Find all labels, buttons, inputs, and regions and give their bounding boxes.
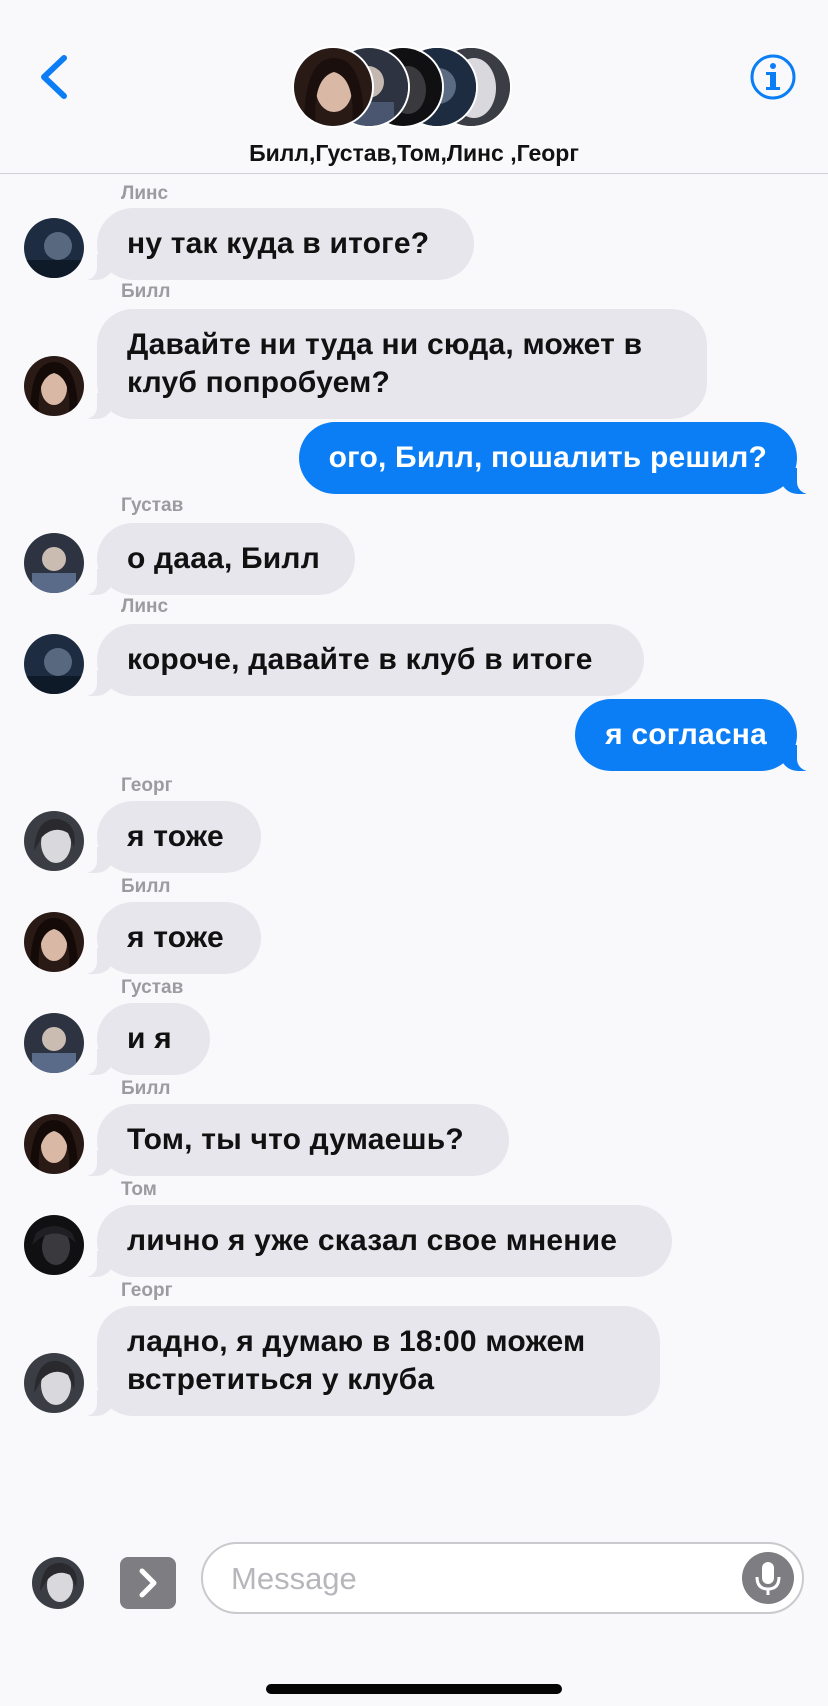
info-button[interactable]: [749, 53, 797, 101]
avatar: [24, 533, 84, 593]
incoming-message-bubble[interactable]: я тоже: [79, 801, 261, 873]
microphone-icon: [755, 1562, 781, 1595]
avatar: [24, 356, 84, 416]
avatar[interactable]: [32, 1557, 84, 1609]
message-input-container[interactable]: [201, 1542, 804, 1614]
incoming-message-bubble[interactable]: я тоже: [79, 902, 261, 974]
avatar: [24, 1114, 84, 1174]
conversation-header: Билл,Густав,Том,Линс ,Георг: [0, 0, 828, 186]
group-title[interactable]: Билл,Густав,Том,Линс ,Георг: [0, 140, 828, 167]
outgoing-message-bubble[interactable]: я согласна: [575, 699, 815, 771]
chevron-right-icon: [139, 1568, 157, 1598]
sender-name: Линс: [121, 596, 169, 617]
avatar: [24, 218, 84, 278]
incoming-message-bubble[interactable]: ну так куда в итоге?: [79, 208, 474, 280]
sender-name: Билл: [121, 876, 171, 897]
incoming-message-bubble[interactable]: ладно, я думаю в 18:00 можем встретиться…: [79, 1306, 660, 1416]
group-avatars[interactable]: [292, 46, 512, 130]
incoming-message-bubble[interactable]: короче, давайте в клуб в итоге: [79, 624, 644, 696]
avatar: [24, 634, 84, 694]
back-button[interactable]: [34, 52, 78, 102]
sender-name: Густав: [121, 495, 184, 516]
sender-name: Георг: [121, 775, 173, 796]
avatar: [24, 1215, 84, 1275]
incoming-message-bubble[interactable]: и я: [79, 1003, 210, 1075]
incoming-message-bubble[interactable]: о дааа, Билл: [79, 523, 355, 595]
sender-name: Георг: [121, 1280, 173, 1301]
avatar: [24, 912, 84, 972]
chevron-left-icon: [41, 55, 67, 99]
message-input[interactable]: [229, 1544, 703, 1614]
outgoing-message-bubble[interactable]: ого, Билл, пошалить решил?: [298, 422, 816, 494]
sender-name: Линс: [121, 183, 169, 204]
avatar: [24, 811, 84, 871]
header-divider: [0, 173, 828, 174]
incoming-message-bubble[interactable]: Давайте ни туда ни сюда, может в клуб по…: [79, 309, 707, 419]
incoming-message-bubble[interactable]: Том, ты что думаешь?: [79, 1104, 509, 1176]
sender-name: Билл: [121, 281, 171, 302]
apps-button[interactable]: [120, 1557, 176, 1609]
sender-name: Густав: [121, 977, 184, 998]
avatar: [292, 46, 374, 128]
incoming-message-bubble[interactable]: лично я уже сказал свое мнение: [79, 1205, 672, 1277]
sender-name: Том: [121, 1179, 157, 1200]
home-indicator: [266, 1684, 562, 1694]
dictation-button[interactable]: [742, 1552, 794, 1604]
info-circle-icon: [750, 54, 796, 100]
sender-name: Билл: [121, 1078, 171, 1099]
message-composer: [0, 1530, 828, 1706]
avatar: [24, 1353, 84, 1413]
avatar: [24, 1013, 84, 1073]
